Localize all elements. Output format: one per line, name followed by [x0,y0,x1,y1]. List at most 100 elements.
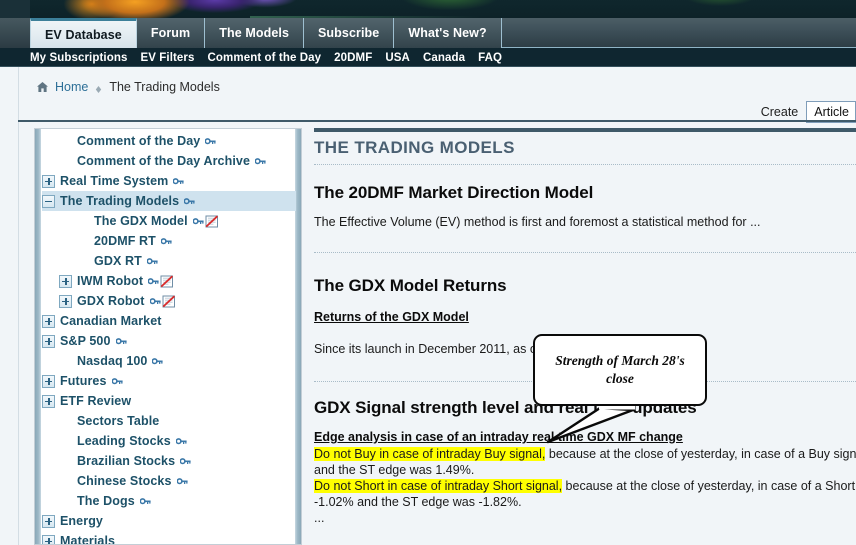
key-icon [176,477,188,486]
sidebar-item-the-dogs[interactable]: The Dogs [42,491,296,511]
expand-plus-icon[interactable] [59,294,72,308]
sidebar-item-icons [115,337,127,346]
sidebar-item-s-p-500[interactable]: S&P 500 [42,331,296,351]
sidebar-tree: Comment of the Day Comment of the Day Arc… [42,131,296,545]
edge-ellipsis: ... [314,511,325,525]
primary-tab-subscribe[interactable]: Subscribe [303,18,395,48]
sidebar-item-label: IWM Robot [77,274,144,288]
sidebar-item-icons [180,457,191,466]
sidebar-item-label: Energy [60,514,103,528]
key-icon [160,237,172,246]
sidebar-item-label: Nasdaq 100 [77,354,148,368]
subnav-item-comment-of-the-day[interactable]: Comment of the Day [208,52,322,64]
sidebar-item-sectors-table[interactable]: Sectors Table [42,411,296,431]
subnav-item-faq[interactable]: FAQ [478,52,502,64]
section-subheading-edge-analysis: Edge analysis in case of an intraday rea… [314,430,683,444]
sidebar-toggle-spacer [59,495,72,508]
sidebar-item-icons [160,237,172,246]
subnav-item-my-subscriptions[interactable]: My Subscriptions [30,52,127,64]
restricted-document-icon [162,295,176,308]
key-icon [175,437,187,446]
sidebar-item-leading-stocks[interactable]: Leading Stocks [42,431,296,451]
sidebar-item-icons [152,357,164,366]
section-heading-20dmf: The 20DMF Market Direction Model [314,183,594,202]
expand-plus-icon[interactable] [42,534,55,544]
sidebar-item-real-time-system[interactable]: Real Time System [42,171,296,191]
sidebar-item-comment-of-the-day[interactable]: Comment of the Day [42,131,296,151]
sidebar-item-the-trading-models[interactable]: The Trading Models [42,191,296,211]
secondary-nav-list: My Subscriptions EV Filters Comment of the… [30,48,502,67]
sidebar-toggle-spacer [59,435,72,448]
sidebar-item-icons [173,177,184,186]
sidebar-panel: Comment of the Day Comment of the Day Arc… [34,128,302,545]
expand-plus-icon[interactable] [42,374,55,388]
sidebar-item-materials[interactable]: Materials [42,531,296,545]
navbar-left-cap [0,18,30,48]
section-paragraph-gdx-returns: Since its launch in December 2011, as o [314,342,537,356]
key-icon [205,137,216,146]
sidebar-item-icons [111,377,123,386]
sidebar-item-label: Brazilian Stocks [77,454,176,468]
sidebar-item-label: GDX Robot [77,294,145,308]
expand-plus-icon[interactable] [42,314,55,328]
page-root: EV Database Forum The Models Subscribe What'… [0,0,856,545]
section-heading-gdx-returns: The GDX Model Returns [314,276,507,295]
content-divider-1 [314,164,856,165]
sidebar-toggle-spacer [76,235,89,248]
expand-plus-icon[interactable] [42,174,55,188]
sidebar-item-label: ETF Review [60,394,132,408]
collapse-minus-icon[interactable] [42,194,55,208]
key-icon [184,197,195,206]
sidebar-toggle-spacer [59,475,72,488]
expand-plus-icon[interactable] [42,514,55,528]
breadcrumb: Home The Trading Models [36,80,220,94]
sidebar-item-brazilian-stocks[interactable]: Brazilian Stocks [42,451,296,471]
edge-line-4: -1.02% and the ST edge was -1.82%. [314,495,522,509]
primary-navbar: EV Database Forum The Models Subscribe What'… [0,18,856,48]
create-label: Create [760,105,799,119]
sidebar-item-chinese-stocks[interactable]: Chinese Stocks [42,471,296,491]
sidebar-item-label: Canadian Market [60,314,162,328]
primary-tab-what-s-new[interactable]: What's New? [393,18,502,48]
sidebar-item-canadian-market[interactable]: Canadian Market [42,311,296,331]
sidebar-item-nasdaq-100[interactable]: Nasdaq 100 [42,351,296,371]
sidebar-item-energy[interactable]: Energy [42,511,296,531]
key-icon [149,297,161,306]
sidebar-item-label: The Trading Models [60,194,180,208]
sidebar-item-icons [192,215,219,228]
restricted-document-icon [205,215,219,228]
sidebar-item-20dmf-rt[interactable]: 20DMF RT [42,231,296,251]
gdx-returns-link[interactable]: Returns of the GDX Model [314,310,469,324]
subnav-item-usa[interactable]: USA [385,52,410,64]
primary-tab-the-models[interactable]: The Models [204,18,304,48]
sidebar-toggle-spacer [76,215,89,228]
primary-tab-ev-database[interactable]: EV Database [30,18,137,48]
sidebar-item-etf-review[interactable]: ETF Review [42,391,296,411]
sidebar-item-iwm-robot[interactable]: IWM Robot [42,271,296,291]
sidebar-item-label: Materials [60,534,116,545]
sidebar-item-the-gdx-model[interactable]: The GDX Model [42,211,296,231]
sidebar-item-gdx-robot[interactable]: GDX Robot [42,291,296,311]
primary-tab-forum[interactable]: Forum [135,18,206,48]
subnav-item-canada[interactable]: Canada [423,52,465,64]
sidebar-item-gdx-rt[interactable]: GDX RT [42,251,296,271]
sidebar-item-label: Real Time System [60,174,169,188]
expand-plus-icon[interactable] [59,274,72,288]
sidebar-item-label: Leading Stocks [77,434,171,448]
subnav-item-20dmf[interactable]: 20DMF [334,52,372,64]
home-icon [36,81,49,93]
sidebar-item-comment-of-the-day-archive[interactable]: Comment of the Day Archive [42,151,296,171]
sidebar-toggle-spacer [59,455,72,468]
key-icon [115,337,127,346]
expand-plus-icon[interactable] [42,394,55,408]
sidebar-item-futures[interactable]: Futures [42,371,296,391]
subnav-item-ev-filters[interactable]: EV Filters [140,52,194,64]
sidebar-item-icons [176,477,188,486]
sidebar-item-label: The GDX Model [94,214,188,228]
sidebar-item-label: Chinese Stocks [77,474,172,488]
key-icon [255,157,266,166]
breadcrumb-home-link[interactable]: Home [55,80,88,94]
expand-plus-icon[interactable] [42,334,55,348]
sidebar-item-label: Comment of the Day [77,134,201,148]
primary-tab-list: EV Database Forum The Models Subscribe What'… [30,18,502,48]
